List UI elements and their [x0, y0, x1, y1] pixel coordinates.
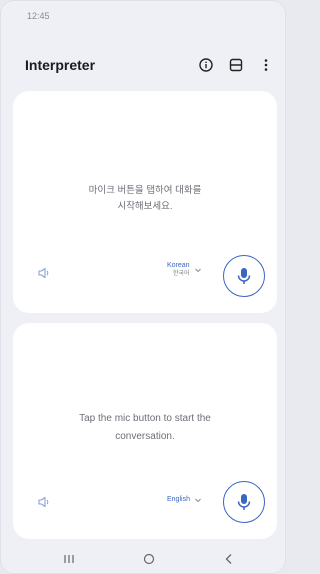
interpreter-screen: 12:45 Interpreter 마이크 버튼을 탭하여 대화를 시작해보세요… [0, 0, 286, 574]
korean-prompt-line1: 마이크 버튼을 탭하여 대화를 [88, 185, 202, 196]
language-labels: Korean 한국어 [167, 261, 190, 278]
language-name: Korean [167, 262, 190, 269]
language-selector-english[interactable]: English [167, 495, 202, 504]
speaker-icon[interactable] [37, 266, 51, 280]
english-prompt: Tap the mic button to start the conversa… [33, 410, 257, 446]
info-icon[interactable] [196, 55, 216, 75]
split-view-icon[interactable] [226, 55, 246, 75]
chevron-down-icon [194, 268, 201, 272]
page-title: Interpreter [25, 57, 96, 73]
english-prompt-line2: conversation. [115, 431, 175, 442]
system-nav-bar [1, 543, 285, 573]
home-icon[interactable] [139, 549, 159, 569]
korean-prompt: 마이크 버튼을 탭하여 대화를 시작해보세요. [33, 183, 257, 215]
speaker-icon[interactable] [37, 495, 51, 509]
english-panel: Tap the mic button to start the conversa… [13, 323, 277, 539]
more-options-icon[interactable] [256, 55, 276, 75]
recents-icon[interactable] [59, 549, 79, 569]
korean-panel: 마이크 버튼을 탭하여 대화를 시작해보세요. Korean 한국어 [13, 91, 277, 313]
english-prompt-line1: Tap the mic button to start the [79, 413, 211, 424]
korean-prompt-line2: 시작해보세요. [117, 201, 173, 212]
language-native-name: 한국어 [173, 271, 190, 277]
mic-icon [237, 268, 251, 284]
mic-icon [237, 494, 251, 510]
language-name: English [167, 496, 190, 503]
mic-button-english[interactable] [223, 481, 265, 523]
back-icon[interactable] [219, 549, 239, 569]
language-selector-korean[interactable]: Korean 한국어 [167, 261, 202, 278]
status-time: 12:45 [27, 11, 50, 21]
chevron-down-icon [195, 498, 201, 502]
mic-button-korean[interactable] [223, 255, 265, 297]
app-header: Interpreter [1, 49, 285, 81]
